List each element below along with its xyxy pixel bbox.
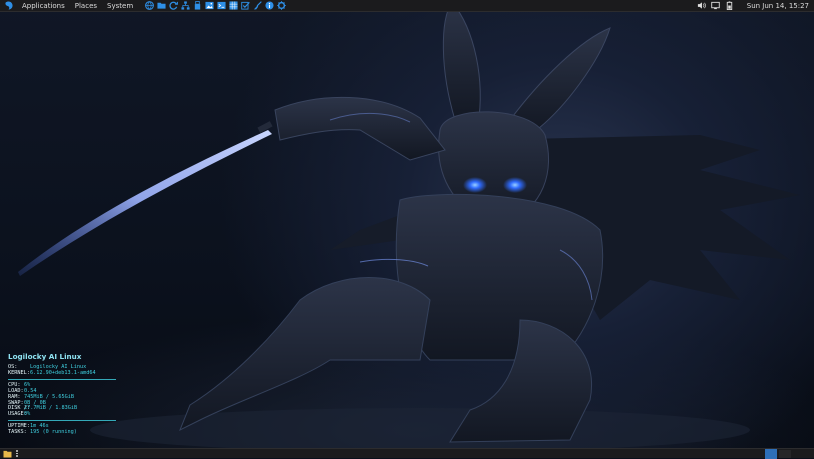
tasks-value: 195 (0 running) [30,429,77,436]
workspace-2-button[interactable] [779,450,791,458]
battery-icon[interactable] [725,1,734,10]
refresh-icon[interactable] [168,1,178,11]
conky-row-tasks: TASKS: 195 (0 running) [8,429,116,436]
conky-divider [8,420,116,422]
volume-icon[interactable] [697,1,706,10]
conky-divider [8,378,116,380]
top-panel: Applications Places System Sun Jun 14, 1… [0,0,814,12]
menu-system[interactable]: System [102,0,138,12]
conky-row-kernel: KERNEL: 6.12.90+deb13.1-amd64 [8,369,116,377]
kernel-label: KERNEL: [8,369,30,376]
launcher-bar [144,1,286,11]
calculator-icon[interactable] [228,1,238,11]
terminal-icon[interactable] [216,1,226,11]
usb-device-icon[interactable] [192,1,202,11]
tasks-label: TASKS: [8,429,27,436]
menu-applications[interactable]: Applications [17,0,70,12]
task-check-icon[interactable] [240,1,250,11]
system-tray: Sun Jun 14, 15:27 [697,1,814,10]
network-display-icon[interactable] [711,1,720,10]
distro-logo-icon[interactable] [3,1,13,11]
conky-row-usage: USAGE: 0% [8,411,116,418]
panel-handle-icon[interactable] [15,450,19,458]
usage-label: USAGE: [8,411,27,418]
info-icon[interactable] [264,1,274,11]
show-desktop-folder-icon[interactable] [2,449,12,458]
conky-system-monitor: Logilocky AI Linux OS: Logilocky AI Linu… [8,352,116,436]
folder-icon[interactable] [156,1,166,11]
usage-value: 0% [24,411,31,418]
network-tree-icon[interactable] [180,1,190,11]
image-viewer-icon[interactable] [204,1,214,11]
settings-gear-icon[interactable] [276,1,286,11]
bottom-panel [0,448,814,459]
conky-title: Logilocky AI Linux [8,352,82,361]
globe-browser-icon[interactable] [144,1,154,11]
kernel-value: 6.12.90+deb13.1-amd64 [30,369,96,376]
clock[interactable]: Sun Jun 14, 15:27 [747,2,809,10]
menu-places[interactable]: Places [70,0,102,12]
desktop-wallpaper [0,0,814,458]
wallpaper-artwork [18,1,800,452]
cleaner-brush-icon[interactable] [252,1,262,11]
disk-value: 27.7MiB / 1.83GiB [24,405,78,412]
